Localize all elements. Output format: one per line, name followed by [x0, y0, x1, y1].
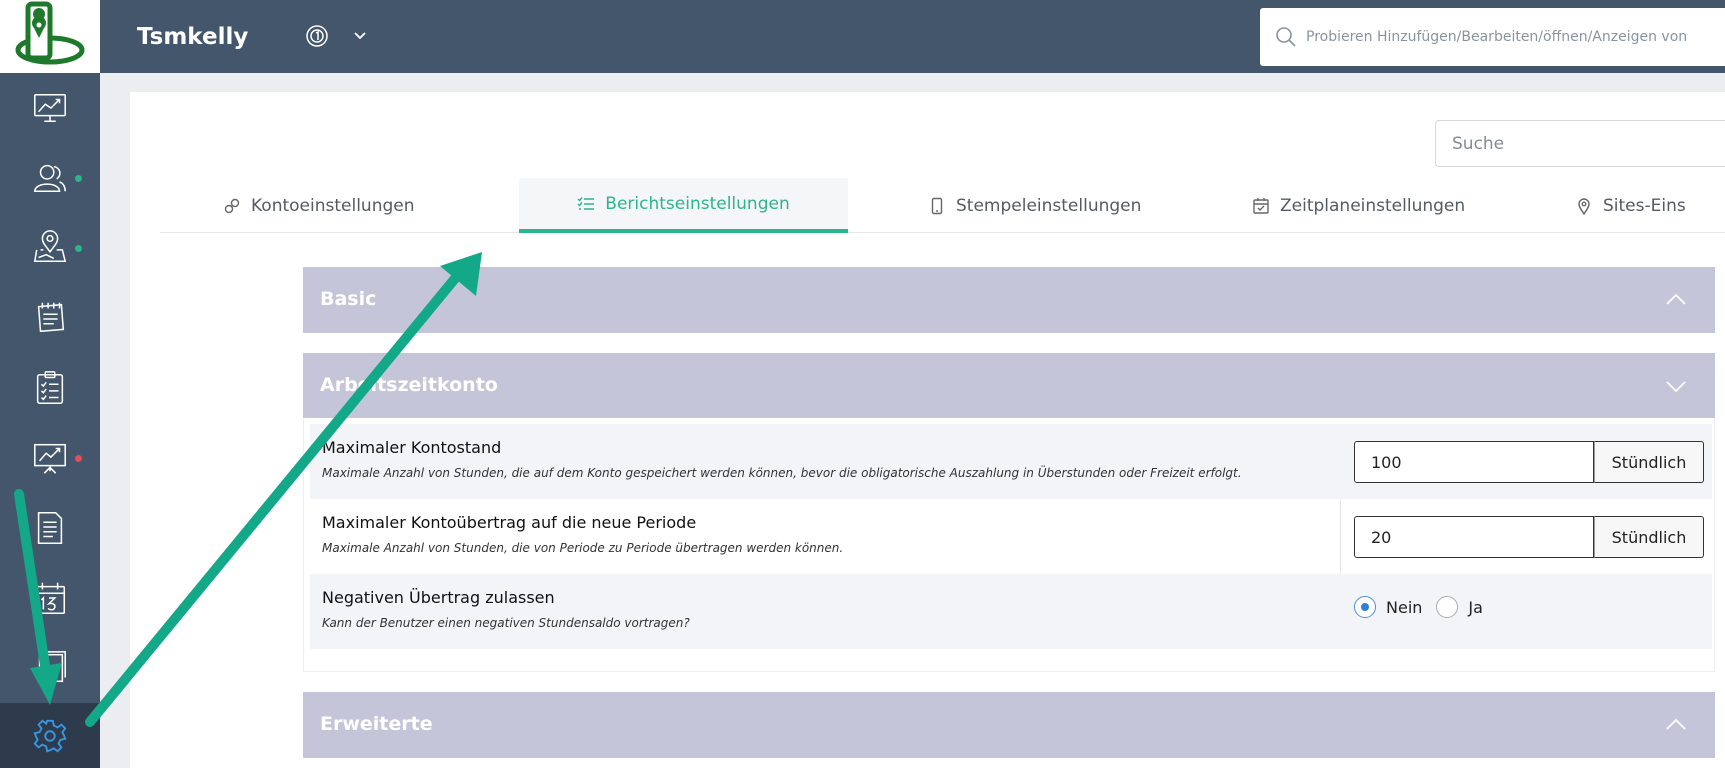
section-title: Erweiterte [320, 713, 433, 735]
sidebar-item-settings[interactable] [0, 703, 100, 768]
users-status-dot [75, 175, 82, 182]
tab-zeitplaneinstellungen[interactable]: Zeitplaneinstellungen [1252, 178, 1465, 233]
company-name: Tsmkelly [137, 24, 249, 50]
sidebar-item-dashboard[interactable] [0, 73, 100, 143]
calendar-check-icon [1253, 197, 1269, 214]
sidebar-item-analytics[interactable] [0, 423, 100, 493]
setting-label: Maximaler Kontoübertrag auf die neue Per… [322, 513, 697, 532]
setting-description: Kann der Benutzer einen negativen Stunde… [322, 616, 690, 630]
tab-berichtseinstellungen[interactable]: Berichtseinstellungen [519, 178, 848, 233]
tab-kontoeinstellungen[interactable]: Kontoeinstellungen [223, 178, 415, 233]
sidebar-item-archive[interactable] [0, 633, 100, 703]
setting-description: Maximale Anzahl von Stunden, die auf dem… [322, 466, 1242, 480]
sidebar-item-map[interactable] [0, 213, 100, 283]
setting-row-max-carryover: Maximaler Kontoübertrag auf die neue Per… [310, 499, 1712, 574]
setting-label: Negativen Übertrag zulassen [322, 588, 555, 607]
account-badge-icon[interactable] [305, 24, 329, 48]
max-balance-unit-button[interactable]: Stündlich [1594, 441, 1704, 483]
section-basic-header[interactable]: Basic [303, 267, 1715, 333]
tab-label: Sites-Eins [1603, 195, 1686, 216]
tab-label: Zeitplaneinstellungen [1280, 195, 1466, 216]
tab-sites-einstellungen[interactable]: Sites-Eins [1575, 178, 1686, 233]
radio-nein-label[interactable]: Nein [1386, 598, 1422, 617]
top-header: Tsmkelly [100, 0, 1725, 73]
section-arbeitszeitkonto-header[interactable]: Arbeitszeitkonto [303, 353, 1715, 419]
calendar-icon [34, 582, 66, 614]
clipboard-checklist-icon [36, 371, 64, 404]
notebook-icon [37, 302, 65, 333]
chevron-down-icon[interactable] [1665, 375, 1687, 397]
section-arbeitszeitkonto-body: Maximaler Kontostand Maximale Anzahl von… [303, 418, 1715, 672]
section-title: Basic [320, 288, 377, 310]
radio-nein[interactable] [1354, 596, 1376, 618]
settings-tabs: Kontoeinstellungen Berichtseinstellungen… [160, 178, 1725, 233]
map-status-dot [75, 245, 82, 252]
sidebar-item-reports-notebook[interactable] [0, 283, 100, 353]
checklist-icon [577, 196, 595, 210]
analytics-status-dot [75, 455, 82, 462]
chevron-up-icon[interactable] [1665, 714, 1687, 736]
radio-ja-label[interactable]: Ja [1468, 598, 1483, 617]
app-logo[interactable] [0, 0, 100, 73]
section-erweiterte-header[interactable]: Erweiterte [303, 692, 1715, 758]
tab-label: Kontoeinstellungen [251, 195, 415, 216]
location-icon [1578, 197, 1590, 215]
settings-search-input[interactable] [1435, 120, 1725, 167]
section-title: Arbeitszeitkonto [320, 374, 498, 396]
document-icon [37, 512, 63, 544]
sidebar-item-tasks[interactable] [0, 353, 100, 423]
presentation-chart-icon [34, 443, 66, 474]
setting-description: Maximale Anzahl von Stunden, die von Per… [322, 541, 844, 555]
sidebar-item-documents[interactable] [0, 493, 100, 563]
radio-ja[interactable] [1436, 596, 1459, 618]
users-icon [34, 164, 66, 193]
phone-icon [931, 197, 943, 214]
row-divider [1340, 499, 1341, 574]
sidebar-item-users[interactable] [0, 143, 100, 213]
max-balance-input[interactable] [1354, 441, 1594, 483]
logo-phone-pin-icon [15, 1, 85, 65]
sidebar-item-calendar[interactable] [0, 563, 100, 633]
sidebar [0, 0, 100, 768]
archive-icon [38, 651, 66, 683]
max-carryover-unit-button[interactable]: Stündlich [1594, 516, 1704, 558]
search-icon [1276, 27, 1296, 47]
chevron-up-icon[interactable] [1665, 289, 1687, 311]
dashboard-icon [34, 93, 66, 123]
setting-row-max-balance: Maximaler Kontostand Maximale Anzahl von… [310, 424, 1712, 499]
global-search-input[interactable] [1306, 29, 1725, 45]
negative-carryover-radio-group: Nein Ja [1354, 596, 1497, 618]
link-icon [224, 198, 240, 213]
max-carryover-input[interactable] [1354, 516, 1594, 558]
global-search-box[interactable] [1260, 8, 1725, 66]
map-pin-icon [33, 230, 67, 263]
chevron-down-icon[interactable] [353, 28, 367, 42]
tab-stempeleinstellungen[interactable]: Stempeleinstellungen [928, 178, 1141, 233]
setting-label: Maximaler Kontostand [322, 438, 502, 457]
tab-label: Stempeleinstellungen [956, 195, 1142, 216]
tab-label: Berichtseinstellungen [605, 193, 790, 214]
gear-icon [33, 719, 67, 752]
setting-row-negative-carryover: Negativen Übertrag zulassen Kann der Ben… [310, 574, 1712, 649]
